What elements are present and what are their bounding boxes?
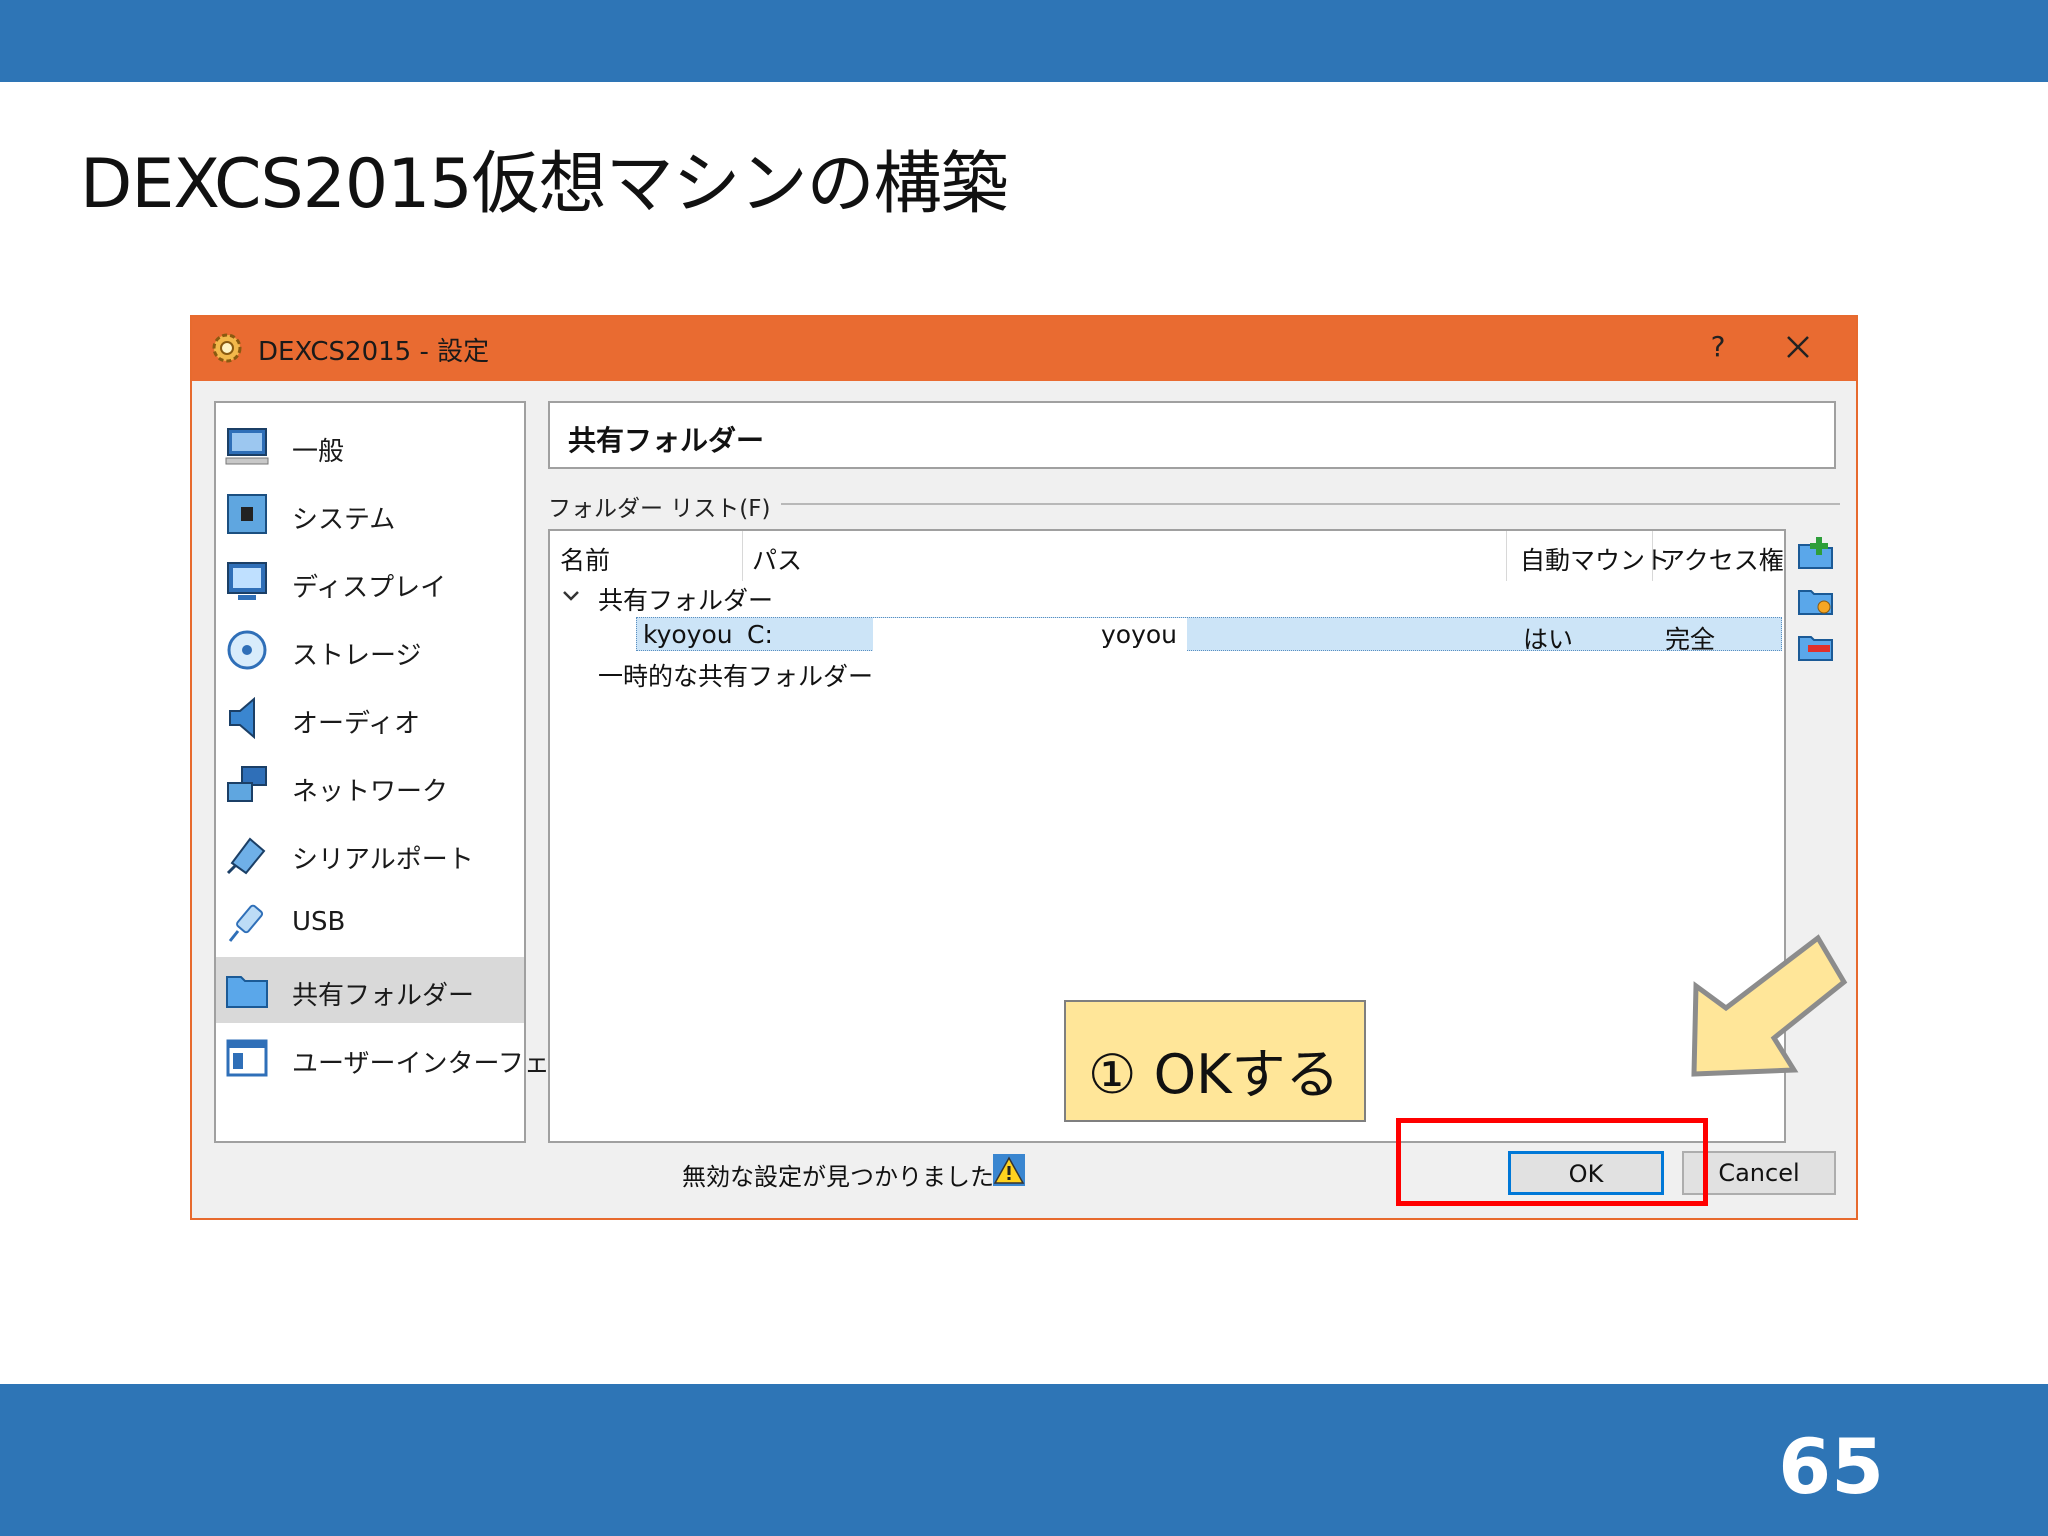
bottom-band	[0, 1384, 2048, 1536]
top-band	[0, 0, 2048, 82]
instruction-callout: ① OKする	[1064, 1000, 1366, 1122]
help-button[interactable]: ?	[1698, 327, 1738, 367]
nav-item-system[interactable]: システム	[216, 481, 524, 547]
tree-group-transient[interactable]: 一時的な共有フォルダー	[598, 657, 873, 693]
callout-text: ① OKする	[1088, 1043, 1340, 1106]
page-number: 65	[1778, 1422, 1884, 1511]
nav-item-audio[interactable]: オーディオ	[216, 685, 524, 751]
folder-list-label: フォルダー リスト(F)	[548, 489, 781, 523]
nav-label: 一般	[292, 437, 345, 467]
row-name: kyoyou	[643, 620, 733, 649]
network-icon	[227, 766, 267, 802]
add-folder-icon[interactable]	[1796, 535, 1836, 573]
nav-item-general[interactable]: 一般	[216, 413, 524, 479]
row-automount: はい	[1523, 625, 1574, 654]
remove-folder-icon[interactable]	[1796, 627, 1836, 665]
folder-icon	[226, 976, 268, 1008]
settings-nav: 一般 システム ディスプレイ ストレージ オーディオ ネットワーク シリアルポー…	[214, 401, 601, 1143]
column-header-automount[interactable]: 自動マウント	[1520, 541, 1670, 577]
disk-icon	[227, 630, 267, 670]
pointer-arrow-icon	[1691, 934, 1848, 1077]
monitor-icon	[225, 428, 269, 465]
tree-group-permanent[interactable]: 共有フォルダー	[598, 581, 773, 617]
close-icon[interactable]	[1778, 327, 1818, 367]
serial-port-icon	[226, 837, 266, 875]
nav-item-user-interface[interactable]: ユーザーインターフェース	[216, 1025, 601, 1091]
nav-label: シリアルポート	[292, 845, 474, 875]
column-header-path[interactable]: パス	[752, 541, 802, 577]
table-row[interactable]: kyoyou C: yoyou はい 完全	[636, 617, 1782, 654]
dialog-titlebar[interactable]: DEXCS2015 - 設定 ?	[192, 317, 1856, 381]
nav-label: 共有フォルダー	[292, 981, 475, 1011]
column-divider	[742, 531, 743, 581]
chip-icon	[227, 494, 267, 534]
dialog-title: DEXCS2015 - 設定	[258, 337, 490, 367]
gear-icon	[212, 333, 242, 363]
nav-item-display[interactable]: ディスプレイ	[216, 549, 524, 615]
nav-label: システム	[292, 505, 396, 535]
nav-label: ストレージ	[292, 641, 422, 671]
group-divider	[752, 503, 1840, 505]
nav-item-usb[interactable]: USB	[216, 889, 524, 955]
nav-label: ディスプレイ	[292, 573, 447, 603]
display-icon	[227, 562, 267, 600]
usb-icon	[228, 904, 264, 942]
settings-dialog: DEXCS2015 - 設定 ? 一般 システム ディスプレイ ストレージ オー…	[190, 315, 1858, 1220]
ok-highlight-box	[1396, 1118, 1708, 1206]
nav-item-storage[interactable]: ストレージ	[216, 617, 524, 683]
column-divider	[1506, 531, 1507, 581]
column-header-name[interactable]: 名前	[560, 541, 610, 577]
section-title: 共有フォルダー	[568, 424, 765, 457]
row-path-start: C:	[747, 620, 773, 649]
chevron-down-icon[interactable]	[562, 589, 580, 603]
nav-label: オーディオ	[292, 709, 421, 739]
column-header-access[interactable]: アクセス権	[1660, 541, 1784, 577]
speaker-icon	[229, 697, 255, 739]
nav-item-serial-port[interactable]: シリアルポート	[216, 821, 524, 887]
nav-item-network[interactable]: ネットワーク	[216, 753, 524, 819]
row-path-end: yoyou	[1101, 620, 1178, 649]
section-header: 共有フォルダー	[548, 401, 1836, 469]
column-divider	[1652, 531, 1653, 581]
edit-folder-icon[interactable]	[1796, 581, 1836, 619]
status-message: 無効な設定が見つかりました	[682, 1163, 994, 1191]
slide: DEXCS2015仮想マシンの構築 DEXCS2015 - 設定 ? 一般 シス…	[0, 0, 2048, 1536]
nav-label: USB	[292, 907, 346, 937]
warning-icon[interactable]	[992, 1153, 1026, 1187]
window-icon	[226, 1039, 268, 1077]
slide-title: DEXCS2015仮想マシンの構築	[80, 145, 1009, 224]
nav-item-shared-folders[interactable]: 共有フォルダー	[216, 957, 524, 1023]
nav-label: ネットワーク	[292, 777, 449, 807]
row-access: 完全	[1665, 625, 1716, 654]
